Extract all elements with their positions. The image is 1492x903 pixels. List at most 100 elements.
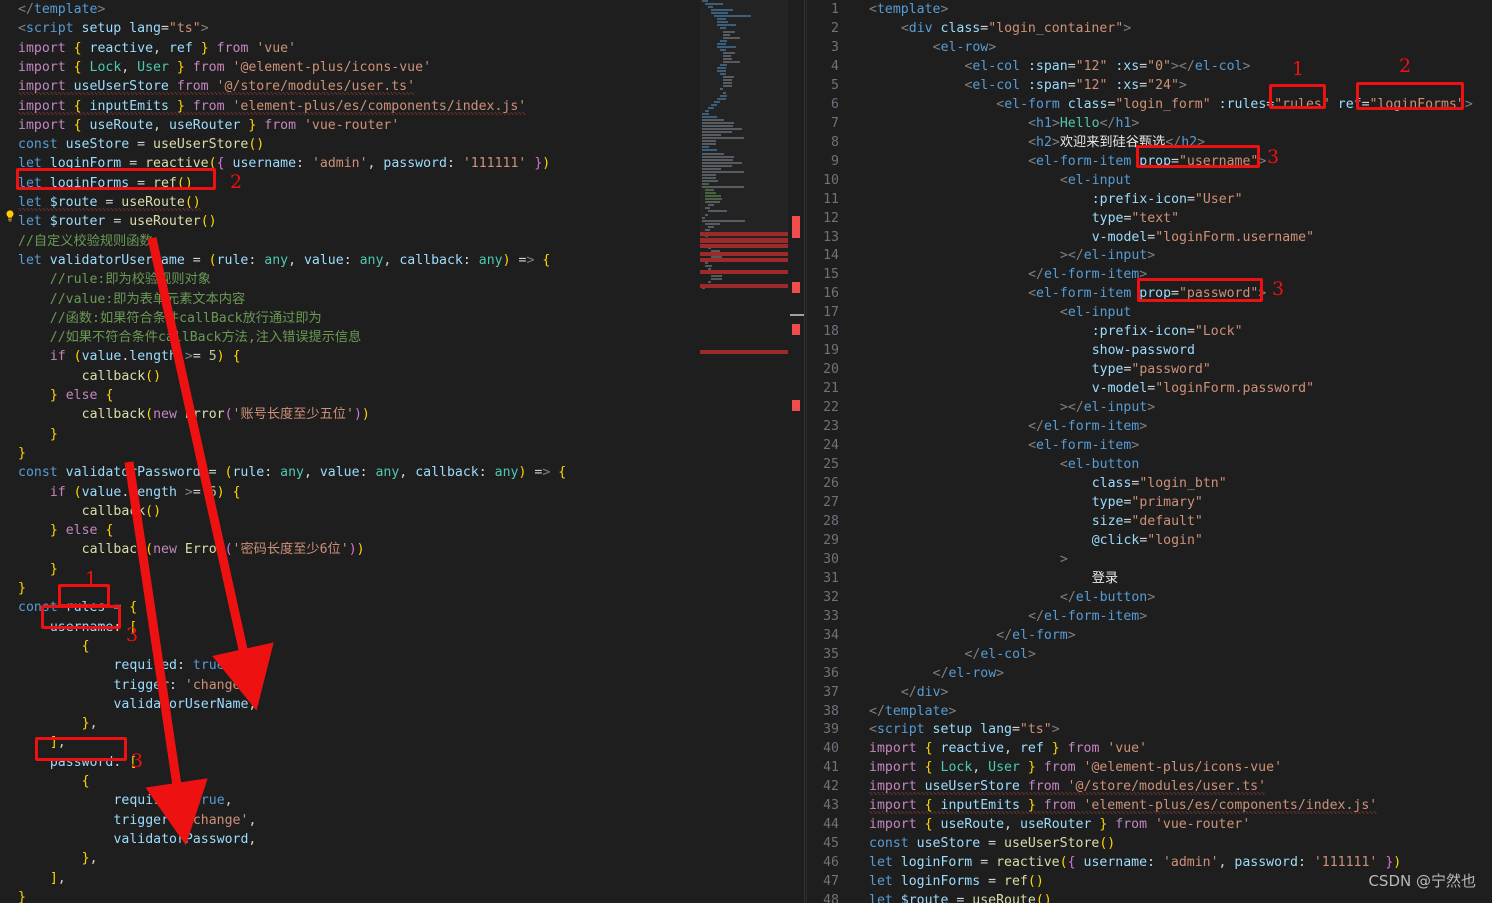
minimap-line — [723, 79, 732, 82]
minimap-line — [702, 125, 733, 128]
minimap-line — [702, 143, 717, 146]
overview-ruler[interactable] — [790, 0, 804, 903]
code-line: </el-col> — [964, 646, 1036, 662]
code-line: </template> — [18, 2, 106, 17]
minimap-error-marker — [700, 252, 788, 256]
code-line: ], — [49, 870, 66, 886]
minimap-error-marker — [700, 270, 788, 274]
annotation-label-1-right: 1 — [1292, 58, 1305, 80]
code-line: trigger: 'change', — [113, 812, 257, 828]
minimap-line — [720, 64, 728, 67]
minimap-line — [717, 42, 727, 45]
minimap-line — [705, 192, 717, 195]
code-line: import { reactive, ref } from 'vue' — [18, 40, 297, 56]
code-line: @click="login" — [1091, 532, 1203, 548]
minimap-line — [702, 186, 744, 189]
minimap-line — [702, 137, 744, 140]
code-line: callback() — [81, 503, 162, 519]
code-line: if (value.length >= 5) { — [49, 349, 241, 365]
code-line: <h1>Hello</h1> — [1028, 115, 1140, 131]
minimap-line — [717, 67, 727, 70]
minimap-line — [708, 6, 713, 9]
code-line: let loginForm = reactive({ username: 'ad… — [869, 855, 1402, 871]
minimap-line — [717, 24, 736, 27]
code-line: const useStore = useUserStore() — [18, 137, 265, 153]
highlight-box-password-key-left — [35, 737, 127, 761]
minimap-line — [702, 219, 745, 222]
highlight-box-loginForms-ref-right — [1356, 82, 1464, 110]
code-line: </template> — [869, 703, 957, 719]
minimap-line — [705, 207, 710, 210]
code-line: <el-input — [1059, 305, 1132, 321]
screenshot-root: </template> <script setup lang="ts"> impor… — [0, 0, 1492, 903]
code-line: required: true, — [113, 658, 233, 674]
code-line: <el-row> — [932, 39, 997, 55]
code-line: </el-form> — [996, 627, 1076, 643]
minimap-line — [702, 167, 722, 170]
left-code-text[interactable]: </template> <script setup lang="ts"> impor… — [0, 0, 806, 903]
minimap-line — [702, 170, 744, 173]
minimap-line — [723, 85, 732, 88]
code-line: </div> — [900, 684, 949, 700]
minimap-line — [705, 265, 712, 268]
left-code-pane[interactable]: </template> <script setup lang="ts"> impor… — [0, 0, 806, 903]
annotation-label-3-username-right: 3 — [1267, 146, 1280, 168]
code-line: trigger: 'change', — [113, 677, 257, 693]
code-line: </el-form-item> — [1028, 608, 1148, 624]
code-line: //函数:如果符合条件callBack放行通过即为 — [18, 310, 322, 326]
minimap-line — [705, 262, 708, 265]
minimap-line — [705, 228, 710, 231]
minimap-line — [702, 128, 742, 131]
code-line: if (value.length >= 6) { — [49, 484, 241, 500]
code-line: v-model="loginForm.password" — [1091, 381, 1315, 397]
minimap-line — [723, 82, 732, 85]
minimap-error-marker — [700, 238, 788, 243]
minimap-error-marker — [700, 284, 788, 288]
code-line: import { inputEmits } from 'element-plus… — [18, 98, 527, 115]
code-line: type="primary" — [1091, 494, 1203, 510]
minimap-line — [723, 57, 733, 60]
minimap[interactable] — [700, 0, 788, 903]
code-line: { — [81, 638, 90, 654]
code-line: //rule:即为校验规则对象 — [18, 272, 211, 288]
minimap-line — [723, 61, 741, 63]
minimap-line — [723, 51, 735, 54]
minimap-line — [723, 54, 732, 57]
lightbulb-quickfix-icon[interactable] — [3, 209, 17, 223]
minimap-line — [702, 179, 718, 182]
code-line: show-password — [1091, 343, 1195, 359]
minimap-line — [705, 3, 723, 6]
code-line: <el-col :span="12" :xs="0"></el-col> — [964, 58, 1251, 74]
code-line: <el-form-item> — [1028, 438, 1140, 454]
minimap-line — [723, 36, 741, 39]
code-line: import { reactive, ref } from 'vue' — [869, 741, 1148, 757]
minimap-line — [702, 122, 735, 124]
ruler-error-mark — [792, 282, 800, 293]
code-line: <script setup lang="ts"> — [18, 21, 209, 37]
code-line: <el-button — [1059, 457, 1140, 473]
code-line: import { useRoute, useRouter } from 'vue… — [869, 817, 1251, 833]
ruler-error-mark — [792, 216, 800, 238]
minimap-error-marker — [700, 232, 788, 236]
code-line: </el-form-item> — [1028, 267, 1148, 283]
highlight-box-prop-username-right — [1136, 145, 1260, 168]
minimap-line — [711, 103, 717, 106]
code-line: </el-button> — [1059, 589, 1156, 605]
minimap-line — [717, 18, 726, 21]
code-line: callback(new Error('密码长度至少6位')) — [81, 542, 365, 558]
right-code-pane[interactable]: 1 2 3 4 5 6 7 8 9 10 11 12 13 14 15 16 17 18 19 20 21 22 23 24 2… — [806, 0, 1492, 903]
code-line: import { Lock, User } from '@element-plu… — [18, 59, 432, 75]
minimap-line — [705, 195, 721, 198]
highlight-box-username-key-left — [41, 605, 121, 629]
ruler-error-mark — [792, 324, 800, 335]
code-line: validatorPassword, — [113, 831, 257, 847]
right-code-text[interactable]: <template> <div class="login_container">… — [807, 0, 1492, 903]
code-line: <script setup lang="ts"> — [869, 722, 1060, 738]
code-line: import { Lock, User } from '@element-plu… — [869, 760, 1283, 776]
code-line: ></el-input> — [1059, 248, 1156, 264]
minimap-line — [708, 210, 728, 213]
code-line: <div class="login_container"> — [900, 20, 1132, 36]
code-line: let loginForms = ref() — [869, 874, 1044, 890]
code-line: validatorUserName, — [113, 696, 257, 712]
pane-divider — [804, 0, 805, 903]
